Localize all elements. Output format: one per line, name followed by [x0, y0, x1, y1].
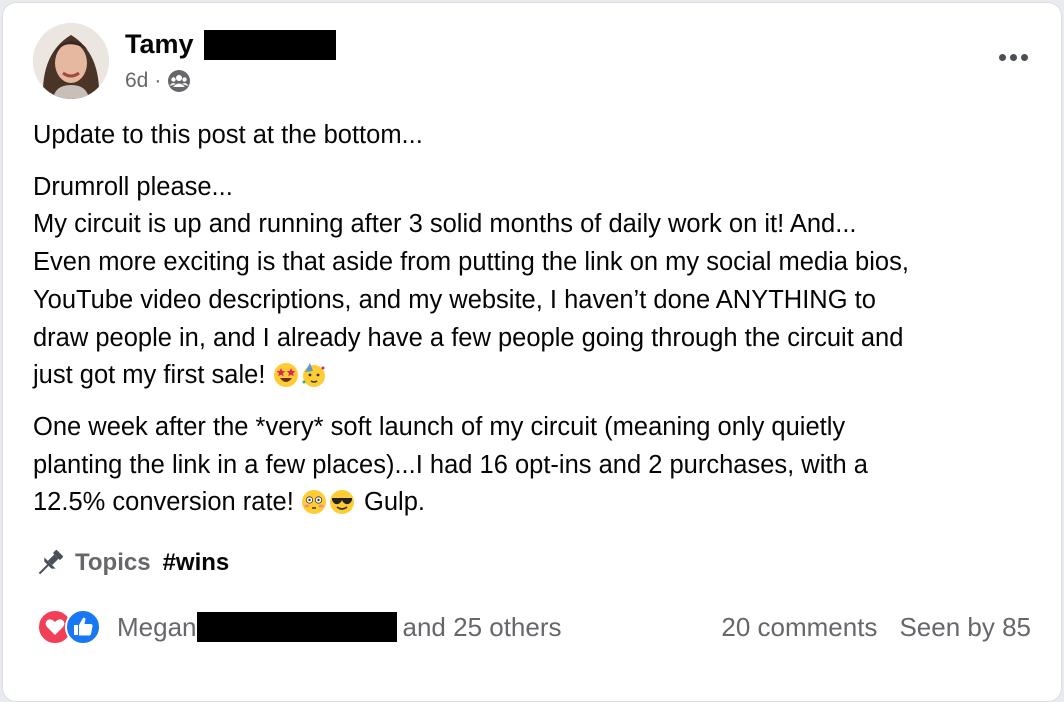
post-line: Update to this post at the bottom... [33, 121, 423, 149]
post-line: YouTube video descriptions, and my websi… [33, 285, 876, 314]
author-name[interactable]: Tamy [125, 27, 194, 61]
post-line-text: 12.5% conversion rate! [33, 488, 294, 517]
post-paragraph: One week after the *very* soft launch of… [33, 409, 1043, 522]
pushpin-icon [38, 549, 64, 575]
topic-tag-link[interactable]: #wins [163, 549, 230, 577]
comments-count-link[interactable]: 20 comments [721, 612, 877, 642]
post-line: My circuit is up and running after 3 sol… [33, 210, 857, 239]
post-line: Even more exciting is that aside from pu… [33, 248, 909, 277]
post-line: draw people in, and I already have a few… [33, 323, 904, 352]
post-footer: Megan and 25 others 20 comments Seen by 85 [33, 607, 1033, 647]
star-struck-emoji [273, 363, 298, 388]
topics-label: Topics [75, 549, 151, 576]
post-line: One week after the *very* soft launch of… [33, 412, 846, 441]
author-avatar[interactable] [33, 23, 109, 99]
post-line: Drumroll please... [33, 172, 233, 201]
redacted-reactor-surname [196, 612, 397, 642]
reactor-name[interactable]: Megan [117, 612, 197, 642]
post-line: planting the link in a few places)...I h… [33, 450, 868, 479]
seen-by-link[interactable]: Seen by 85 [899, 612, 1031, 642]
flushed-face-emoji [301, 490, 326, 515]
post-line-with-emoji: 12.5% conversion rate! Gulp. [33, 484, 1043, 522]
more-options-icon[interactable] [993, 47, 1033, 67]
group-icon [168, 70, 191, 92]
topics-row: Topics #wins [33, 543, 229, 583]
like-reaction-icon [65, 609, 101, 645]
post-timestamp[interactable]: 6d [125, 67, 148, 95]
post-card: Tamy 6d · Update to this post at the bot… [2, 2, 1062, 702]
post-body: Update to this post at the bottom... Dru… [33, 117, 1043, 536]
post-paragraph: Update to this post at the bottom... [33, 117, 1043, 155]
reactions-summary[interactable] [37, 609, 109, 645]
post-line-text: Gulp. [364, 488, 425, 517]
meta-separator: · [154, 69, 162, 92]
post-line-with-emoji: just got my first sale! [33, 357, 1043, 395]
partying-face-emoji [302, 363, 325, 388]
post-paragraph: Drumroll please... My circuit is up and … [33, 169, 1043, 395]
post-line-text: just got my first sale! [33, 361, 266, 390]
others-count[interactable]: and 25 others [403, 612, 562, 642]
redacted-surname [203, 30, 336, 60]
post-header: Tamy 6d · [33, 23, 1033, 103]
smiling-face-with-sunglasses-emoji [329, 490, 354, 515]
